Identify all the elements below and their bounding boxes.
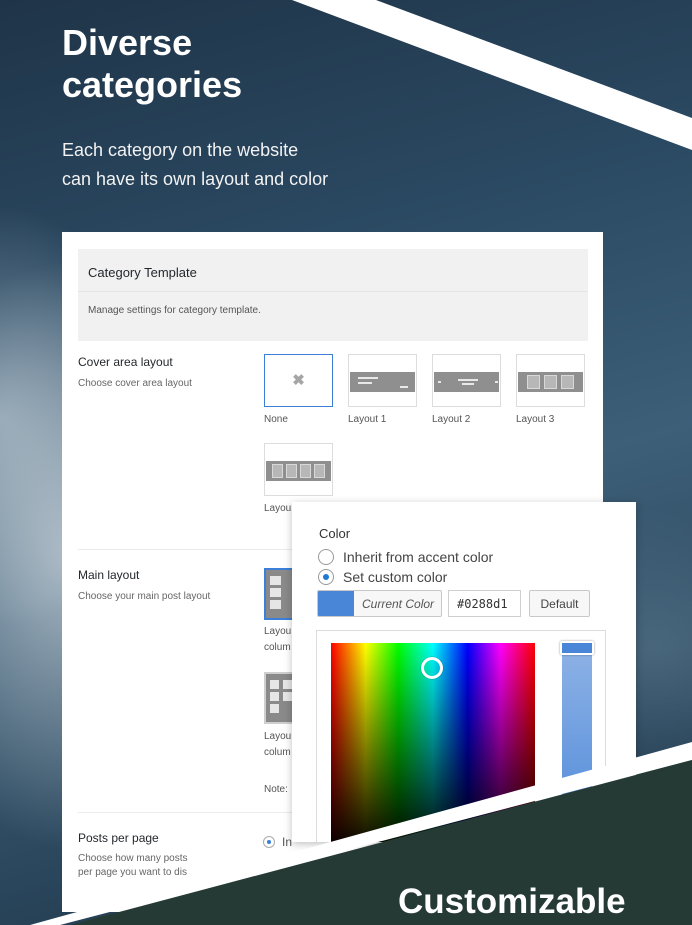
main-layout-note: Note: <box>264 784 288 795</box>
default-color-button[interactable]: Default <box>529 590 590 617</box>
current-color-button[interactable]: Current Color <box>317 590 442 617</box>
cover-option-none[interactable]: ✖ <box>264 354 333 407</box>
custom-color-label: Set custom color <box>343 569 448 585</box>
hero-subtitle-line-1: Each category on the website <box>62 140 299 160</box>
color-popup: Color Inherit from accent color Set cust… <box>292 502 636 842</box>
hero-title-line-1: Diverse <box>62 22 193 63</box>
posts-per-page-radio[interactable] <box>263 836 275 848</box>
close-icon: ✖ <box>292 372 305 389</box>
main-layout-description: Choose your main post layout <box>78 591 211 602</box>
main-layout-option-1-label: Layou <box>264 626 292 637</box>
panel-header-divider <box>78 291 588 292</box>
cover-layout-label: Cover area layout <box>78 355 173 369</box>
cover-option-layout-3[interactable] <box>516 354 585 407</box>
hue-slider-handle[interactable] <box>560 641 594 655</box>
layout-1-bar <box>350 372 415 392</box>
main-layout-label: Main layout <box>78 568 140 582</box>
hex-color-input[interactable]: #0288d1 <box>448 590 521 617</box>
posts-per-page-description-line-1: Choose how many posts <box>78 853 188 864</box>
cover-option-layout-1[interactable] <box>348 354 417 407</box>
main-layout-option-2-label: Layou <box>264 731 292 742</box>
posts-per-page-description-line-2: per page you want to dis <box>78 867 187 878</box>
color-swatch <box>318 591 354 616</box>
cover-option-layout-4-label: Layou <box>264 503 292 514</box>
main-layout-option-2-sublabel: colum <box>264 747 291 758</box>
posts-per-page-radio-label: In <box>282 835 293 849</box>
posts-per-page-description: Choose how many posts per page you want … <box>78 852 228 880</box>
color-picker <box>316 630 606 842</box>
cover-option-layout-1-label: Layout 1 <box>348 414 387 425</box>
cover-layout-description: Choose cover area layout <box>78 378 192 389</box>
hue-slider[interactable] <box>562 643 592 842</box>
panel-header: Category Template Manage settings for ca… <box>78 249 588 341</box>
main-layout-option-1-sublabel: colum <box>264 642 291 653</box>
layout-2-bar <box>434 372 499 392</box>
color-label: Color <box>319 526 351 541</box>
current-color-text: Current Color <box>362 597 435 611</box>
inherit-color-radio[interactable] <box>318 549 334 565</box>
color-field-handle[interactable] <box>421 657 443 679</box>
hero-title: Diverse categories <box>62 22 362 106</box>
posts-per-page-label: Posts per page <box>78 831 159 845</box>
cover-option-layout-2[interactable] <box>432 354 501 407</box>
cover-option-layout-3-label: Layout 3 <box>516 414 555 425</box>
custom-color-radio[interactable] <box>318 569 334 585</box>
footer-title: Customizable <box>398 882 626 921</box>
cover-option-layout-2-label: Layout 2 <box>432 414 471 425</box>
inherit-color-label: Inherit from accent color <box>343 549 494 565</box>
hero-subtitle-line-2: can have its own layout and color <box>62 169 329 189</box>
cover-option-none-label: None <box>264 414 288 425</box>
cover-option-layout-4[interactable] <box>264 443 333 496</box>
hero-title-line-2: categories <box>62 64 243 105</box>
panel-title: Category Template <box>88 265 197 280</box>
panel-description: Manage settings for category template. <box>88 305 261 316</box>
hero-subtitle: Each category on the website can have it… <box>62 136 402 194</box>
